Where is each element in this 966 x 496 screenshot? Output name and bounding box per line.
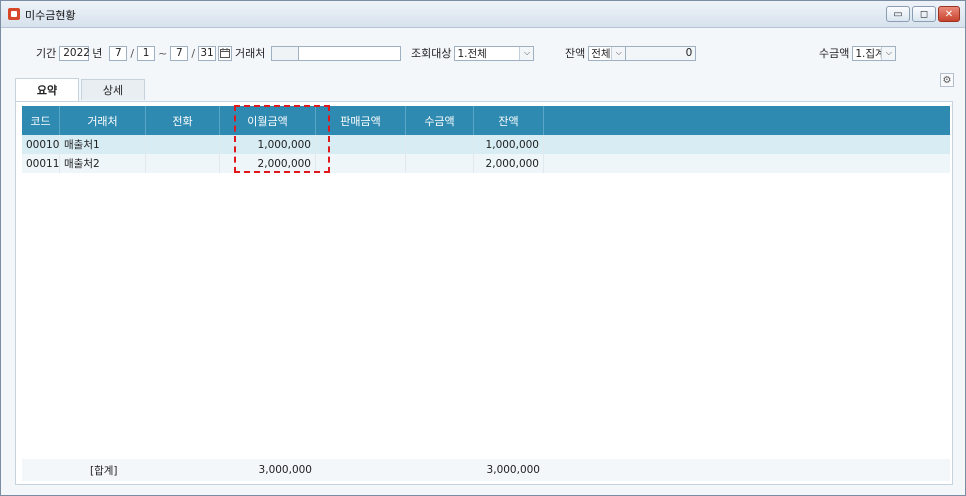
cell-balance: 2,000,000 — [474, 154, 544, 173]
receipt-select[interactable]: 1.집계 ⌵ — [852, 45, 897, 61]
gear-icon[interactable]: ⚙ — [940, 73, 954, 87]
calendar-icon[interactable] — [218, 45, 233, 61]
cell-balance: 1,000,000 — [474, 135, 544, 154]
query-target-label: 조회대상 — [411, 47, 452, 60]
client-name-input[interactable] — [299, 45, 402, 61]
cell-receipts — [406, 135, 474, 154]
window-title: 미수금현황 — [25, 9, 76, 22]
balance-value-input[interactable]: 0 — [626, 45, 697, 61]
table-row[interactable]: 00011 매출처2 2,000,000 2,000,000 — [22, 154, 950, 173]
date-separator: / — [130, 46, 135, 60]
restore-button[interactable]: ◻ — [912, 6, 936, 22]
client-label: 거래처 — [235, 47, 266, 60]
date-separator-2: / — [191, 46, 196, 60]
col-code[interactable]: 코드 — [22, 106, 60, 135]
period-label: 기간 — [36, 47, 57, 60]
chevron-down-icon[interactable]: ⌵ — [519, 46, 534, 60]
main-window: 미수금현황 ▭ ◻ ✕ 기간 2022 년 7 / 1 ~ 7 / 31 거래처 — [0, 0, 966, 496]
client-code-input[interactable] — [271, 45, 300, 61]
cell-client: 매출처2 — [60, 154, 146, 173]
tab-summary[interactable]: 요약 — [15, 78, 79, 101]
col-balance[interactable]: 잔액 — [474, 106, 544, 135]
col-carryover[interactable]: 이월금액 — [220, 106, 316, 135]
client-filter: 거래처 — [235, 45, 402, 61]
app-icon — [8, 8, 20, 20]
content-area: 기간 2022 년 7 / 1 ~ 7 / 31 거래처 조회대상 1.전체 ⌵ — [7, 31, 959, 489]
minimize-button[interactable]: ▭ — [886, 6, 910, 22]
tab-detail[interactable]: 상세 — [81, 79, 145, 100]
cell-sales — [316, 154, 406, 173]
summary-row: [합계] 3,000,000 3,000,000 — [22, 459, 950, 481]
from-day-input[interactable]: 1 — [137, 45, 156, 61]
cell-carryover: 2,000,000 — [220, 154, 316, 173]
to-day-input[interactable]: 31 — [198, 45, 217, 61]
data-grid: 코드 거래처 전화 이월금액 판매금액 수금액 잔액 00010 매출처1 1,… — [22, 105, 950, 459]
title-bar[interactable]: 미수금현황 ▭ ◻ ✕ — [1, 1, 965, 28]
chevron-down-icon[interactable]: ⌵ — [881, 46, 896, 60]
col-sales[interactable]: 판매금액 — [316, 106, 406, 135]
close-button[interactable]: ✕ — [938, 6, 960, 22]
balance-mode-select[interactable]: 전체 ⌵ — [588, 45, 627, 61]
col-phone[interactable]: 전화 — [146, 106, 220, 135]
year-suffix: 년 — [92, 47, 103, 60]
from-month-input[interactable]: 7 — [109, 45, 128, 61]
grid-header: 코드 거래처 전화 이월금액 판매금액 수금액 잔액 — [22, 106, 950, 135]
query-target-filter: 조회대상 1.전체 ⌵ — [411, 45, 535, 61]
cell-client: 매출처1 — [60, 135, 146, 154]
summary-balance: 3,000,000 — [486, 464, 540, 476]
year-input[interactable]: 2022 — [59, 45, 90, 61]
balance-label: 잔액 — [565, 47, 586, 60]
grid-panel: 코드 거래처 전화 이월금액 판매금액 수금액 잔액 00010 매출처1 1,… — [15, 101, 953, 485]
col-client[interactable]: 거래처 — [60, 106, 146, 135]
cell-carryover: 1,000,000 — [220, 135, 316, 154]
receipt-filter: 수금액 1.집계 ⌵ — [819, 45, 897, 61]
table-row[interactable]: 00010 매출처1 1,000,000 1,000,000 — [22, 135, 950, 154]
query-target-select[interactable]: 1.전체 ⌵ — [454, 45, 535, 61]
query-target-value: 1.전체 — [457, 47, 487, 60]
cell-sales — [316, 135, 406, 154]
balance-filter: 잔액 전체 ⌵ 0 — [565, 45, 697, 61]
cell-code: 00010 — [22, 135, 60, 154]
balance-mode-value: 전체 — [591, 47, 611, 60]
summary-carryover: 3,000,000 — [258, 464, 312, 476]
receipt-label: 수금액 — [819, 47, 850, 60]
receipt-value: 1.집계 — [855, 47, 885, 60]
cell-receipts — [406, 154, 474, 173]
chevron-down-icon[interactable]: ⌵ — [611, 46, 626, 60]
summary-label: [합계] — [90, 464, 118, 477]
range-separator: ~ — [158, 46, 168, 60]
col-receipts[interactable]: 수금액 — [406, 106, 474, 135]
cell-phone — [146, 154, 220, 173]
period-filter: 기간 2022 년 7 / 1 ~ 7 / 31 — [36, 45, 233, 61]
cell-phone — [146, 135, 220, 154]
cell-code: 00011 — [22, 154, 60, 173]
to-month-input[interactable]: 7 — [170, 45, 189, 61]
